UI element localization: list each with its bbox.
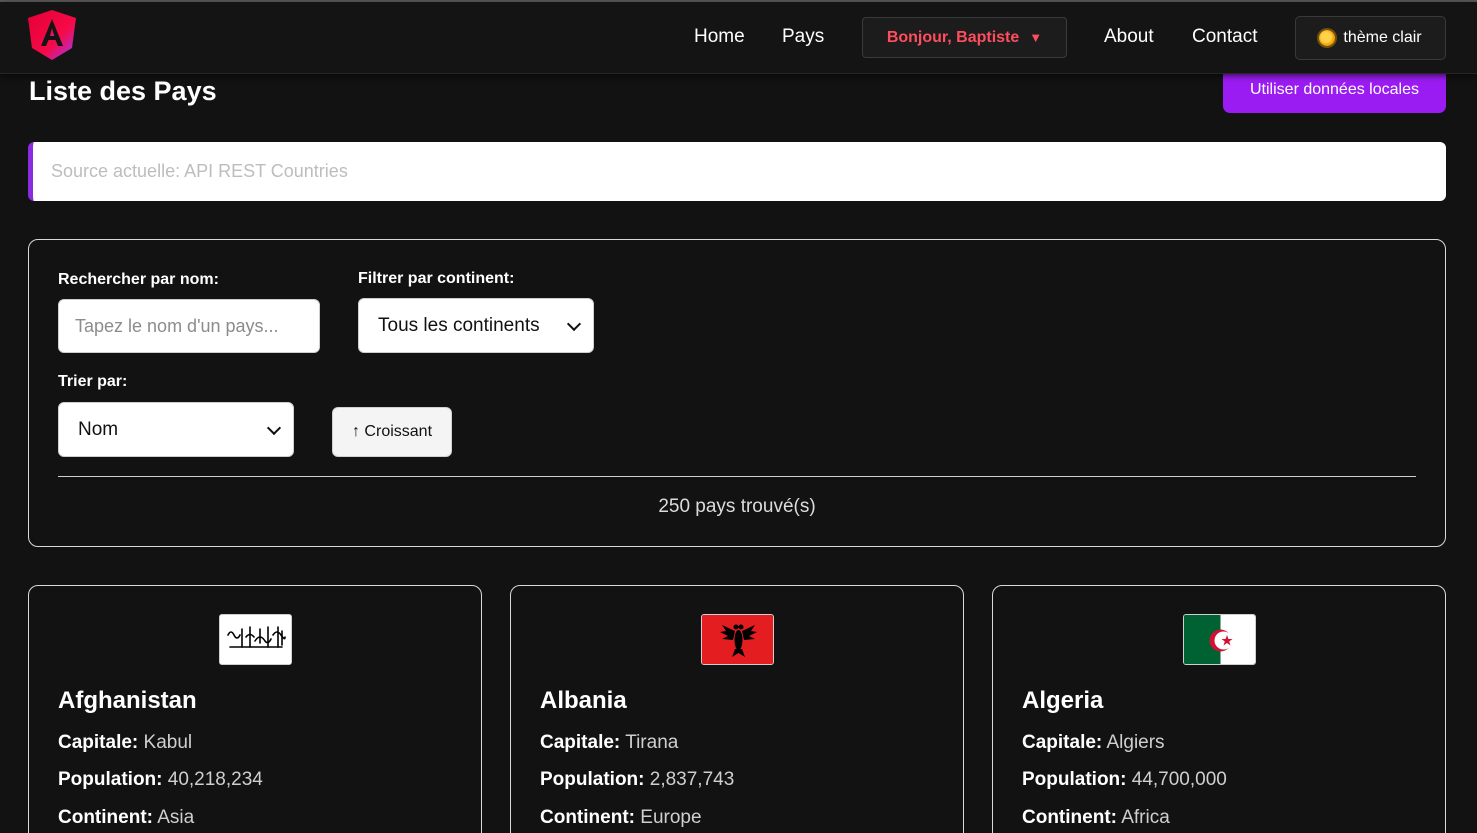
- search-label: Rechercher par nom:: [58, 271, 219, 288]
- data-source-text: Source actuelle: API REST Countries: [51, 161, 348, 181]
- country-card-algeria[interactable]: Algeria Capitale: Algiers Population: 44…: [992, 585, 1446, 833]
- country-name: Albania: [540, 687, 627, 714]
- country-card-albania[interactable]: Albania Capitale: Tirana Population: 2,8…: [510, 585, 964, 833]
- country-capital: Capitale: Algiers: [1022, 732, 1165, 754]
- country-capital: Capitale: Tirana: [540, 732, 678, 754]
- continent-label: Continent:: [540, 807, 635, 828]
- sort-select-value: Nom: [78, 418, 119, 440]
- capital-value: Algiers: [1106, 732, 1165, 753]
- country-name: Afghanistan: [58, 687, 197, 714]
- caret-down-icon: ▼: [1029, 30, 1043, 45]
- population-label: Population:: [58, 769, 163, 790]
- population-label: Population:: [1022, 769, 1127, 790]
- data-source-banner: Source actuelle: API REST Countries: [28, 142, 1446, 201]
- theme-toggle-button[interactable]: thème clair: [1295, 16, 1446, 60]
- nav-about-link[interactable]: About: [1104, 26, 1154, 48]
- population-label: Population:: [540, 769, 645, 790]
- algeria-flag-icon: [1183, 614, 1256, 665]
- country-population: Population: 40,218,234: [58, 769, 263, 791]
- population-value: 2,837,743: [649, 769, 735, 790]
- country-continent: Continent: Africa: [1022, 807, 1170, 829]
- divider: [58, 476, 1416, 477]
- population-value: 44,700,000: [1131, 769, 1227, 790]
- country-continent: Continent: Europe: [540, 807, 702, 829]
- theme-label: thème clair: [1343, 29, 1422, 46]
- search-input[interactable]: [58, 299, 320, 353]
- albania-flag-icon: [701, 614, 774, 665]
- country-population: Population: 44,700,000: [1022, 769, 1227, 791]
- country-population: Population: 2,837,743: [540, 769, 734, 791]
- population-value: 40,218,234: [167, 769, 263, 790]
- filter-panel: Rechercher par nom: Filtrer par continen…: [28, 239, 1446, 547]
- continent-value: Europe: [640, 807, 702, 828]
- capital-label: Capitale:: [58, 732, 139, 753]
- continent-label: Continent:: [58, 807, 153, 828]
- sort-label: Trier par:: [58, 373, 128, 390]
- continent-value: Asia: [157, 807, 195, 828]
- navbar: Home Pays Bonjour, Baptiste ▼ About Cont…: [0, 2, 1477, 74]
- continent-filter-label: Filtrer par continent:: [358, 270, 515, 287]
- sort-order-button[interactable]: ↑ Croissant: [332, 407, 452, 457]
- country-card-afghanistan[interactable]: Afghanistan Capitale: Kabul Population: …: [28, 585, 482, 833]
- capital-label: Capitale:: [1022, 732, 1103, 753]
- nav-contact-link[interactable]: Contact: [1192, 26, 1257, 48]
- afghanistan-flag-icon: [219, 614, 292, 665]
- page-title: Liste des Pays: [29, 76, 217, 106]
- country-continent: Continent: Asia: [58, 807, 194, 829]
- chevron-down-icon: [566, 316, 582, 331]
- result-count: 250 pays trouvé(s): [658, 496, 816, 517]
- nav-pays-link[interactable]: Pays: [782, 26, 824, 48]
- capital-value: Kabul: [143, 732, 193, 753]
- sun-icon: [1319, 30, 1336, 46]
- country-capital: Capitale: Kabul: [58, 732, 192, 754]
- sort-select[interactable]: Nom: [58, 402, 294, 457]
- continent-select[interactable]: Tous les continents: [358, 298, 594, 353]
- user-menu-button[interactable]: Bonjour, Baptiste ▼: [862, 17, 1067, 58]
- chevron-down-icon: [266, 420, 282, 435]
- country-name: Algeria: [1022, 687, 1104, 714]
- angular-logo-icon[interactable]: [28, 10, 76, 60]
- continent-value: Africa: [1121, 807, 1170, 828]
- continent-select-value: Tous les continents: [378, 314, 540, 336]
- nav-home-link[interactable]: Home: [694, 26, 745, 48]
- user-greeting: Bonjour, Baptiste: [886, 28, 1020, 46]
- capital-value: Tirana: [625, 732, 679, 753]
- continent-label: Continent:: [1022, 807, 1117, 828]
- capital-label: Capitale:: [540, 732, 621, 753]
